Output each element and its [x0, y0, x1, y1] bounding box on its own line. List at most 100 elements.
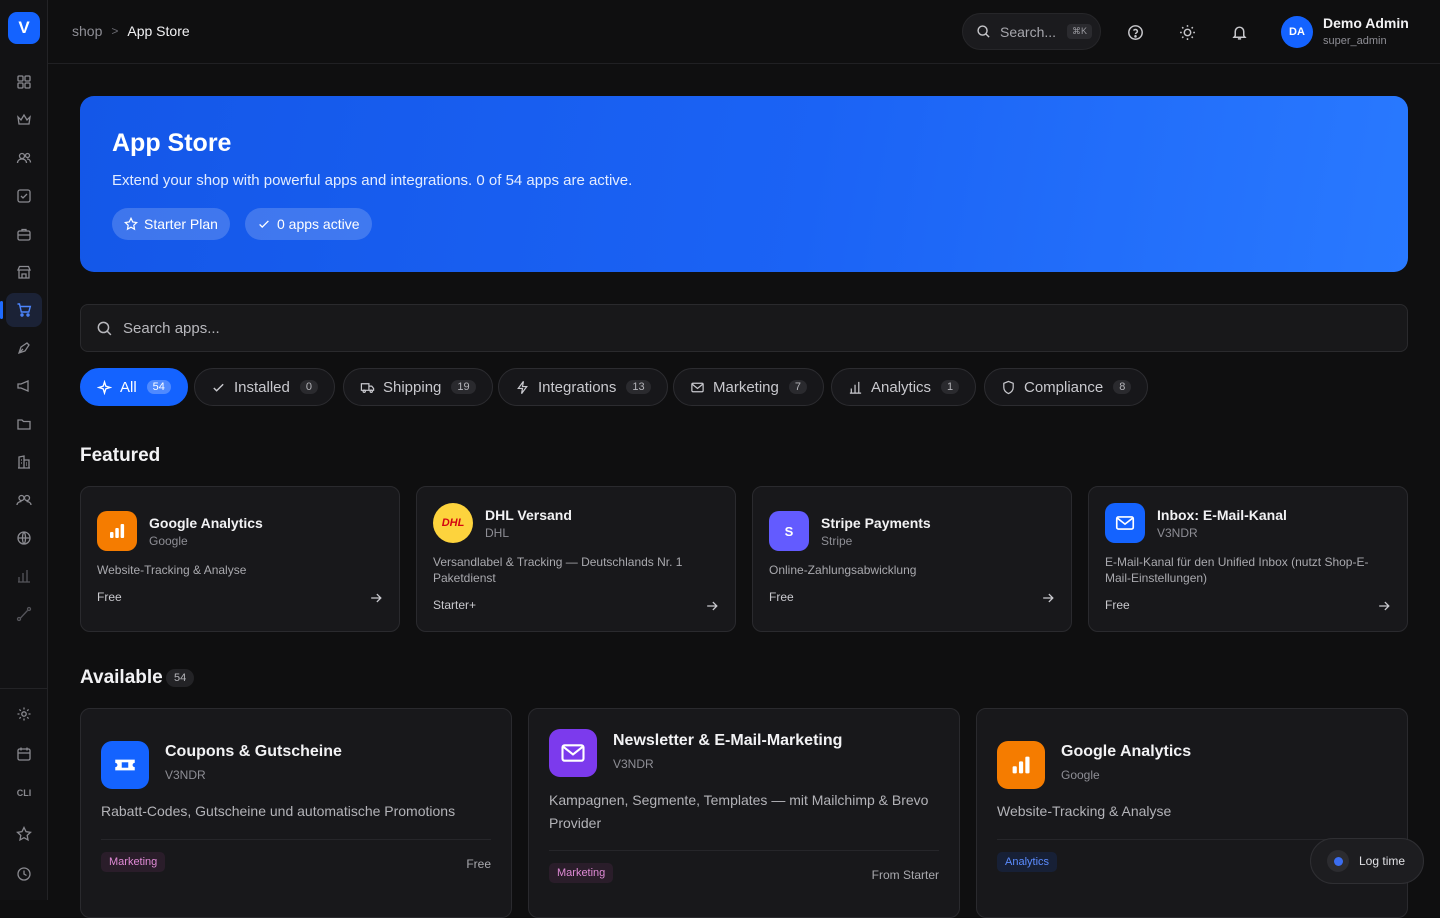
megaphone-icon[interactable] [12, 374, 36, 398]
filter-compliance[interactable]: Compliance 8 [984, 368, 1149, 406]
featured-app-card[interactable]: S Stripe Payments Stripe Online-Zahlungs… [752, 486, 1072, 632]
app-search-box[interactable] [80, 304, 1408, 352]
filter-count: 7 [788, 380, 807, 394]
featured-app-card[interactable]: DHL DHL Versand DHL Versandlabel & Track… [416, 486, 736, 632]
app-vendor: V3NDR [1157, 526, 1198, 540]
bar-chart-icon [848, 380, 863, 395]
category-tag: Marketing [101, 852, 166, 872]
filter-all[interactable]: All 54 [80, 368, 188, 406]
active-apps-badge: 0 apps active [245, 208, 372, 240]
filter-installed[interactable]: Installed 0 [194, 368, 335, 406]
app-description: Website-Tracking & Analyse [997, 803, 1172, 819]
sun-theme-icon[interactable] [1177, 22, 1197, 42]
category-tag: Marketing [549, 863, 614, 883]
user-avatar[interactable]: DA [1281, 16, 1313, 48]
app-card[interactable]: Google Analytics Google Website-Tracking… [976, 708, 1408, 918]
featured-app-card[interactable]: Google Analytics Google Website-Tracking… [80, 486, 400, 632]
filter-analytics[interactable]: Analytics 1 [831, 368, 977, 406]
users-icon[interactable] [12, 146, 36, 170]
globe-icon[interactable] [12, 526, 36, 550]
app-vendor: V3NDR [165, 768, 206, 782]
app-price: From Starter [871, 868, 939, 882]
app-name: Coupons & Gutscheine [165, 743, 342, 760]
chevron-right-icon: > [111, 24, 119, 38]
settings-gear-icon[interactable] [12, 702, 36, 726]
app-logo[interactable]: V [8, 12, 40, 44]
arrow-right-icon[interactable] [369, 591, 383, 605]
breadcrumb-current: App Store [127, 23, 190, 39]
sidebar: V CLI [0, 0, 48, 900]
stripe-logo-text: S [784, 523, 794, 539]
filter-marketing[interactable]: Marketing 7 [673, 368, 824, 406]
folder-icon[interactable] [12, 412, 36, 436]
briefcase-icon[interactable] [12, 222, 36, 246]
app-description: E-Mail-Kanal für den Unified Inbox (nutz… [1105, 555, 1369, 585]
shopping-cart-icon[interactable] [0, 293, 42, 327]
sidebar-divider [0, 688, 48, 689]
breadcrumb: shop > App Store [72, 23, 190, 39]
featured-heading: Featured [80, 445, 161, 466]
filter-label: Analytics [871, 378, 932, 396]
filter-count: 0 [299, 380, 318, 394]
truck-icon [360, 380, 375, 395]
plan-badge: Starter Plan [112, 208, 230, 240]
available-heading: Available [80, 667, 163, 688]
bar-chart-icon[interactable] [12, 564, 36, 588]
dhl-logo-text: DHL [441, 517, 465, 529]
arrow-right-icon[interactable] [705, 599, 719, 613]
global-search-placeholder: Search... [1000, 23, 1057, 40]
filter-label: All [120, 378, 137, 396]
app-name: Google Analytics [149, 515, 263, 531]
cli-link[interactable]: CLI [0, 788, 48, 798]
pen-nib-icon[interactable] [12, 336, 36, 360]
star-icon[interactable] [12, 822, 36, 846]
app-price: Free [466, 857, 491, 871]
app-name: Google Analytics [1061, 743, 1192, 760]
help-circle-icon[interactable] [1125, 22, 1145, 42]
app-card[interactable]: Coupons & Gutscheine V3NDR Rabatt-Codes,… [80, 708, 512, 918]
filter-count: 1 [941, 380, 960, 394]
app-name: DHL Versand [485, 507, 572, 523]
search-icon [976, 24, 991, 39]
featured-app-card[interactable]: Inbox: E-Mail-Kanal V3NDR E-Mail-Kanal f… [1088, 486, 1408, 632]
people-group-icon[interactable] [12, 488, 36, 512]
arrow-right-icon[interactable] [1377, 599, 1391, 613]
filter-count: 8 [1113, 380, 1132, 394]
page-title: App Store [112, 129, 232, 157]
card-divider [101, 839, 491, 840]
arrow-right-icon[interactable] [1041, 591, 1055, 605]
route-icon[interactable] [12, 602, 36, 626]
log-time-button[interactable]: Log time [1310, 838, 1424, 884]
bell-icon[interactable] [1229, 22, 1249, 42]
sparkles-icon [97, 379, 112, 395]
breadcrumb-shop-link[interactable]: shop [72, 23, 102, 39]
filter-integrations[interactable]: Integrations 13 [498, 368, 668, 406]
check-icon [257, 217, 271, 231]
clock-icon[interactable] [12, 862, 36, 886]
page-subtitle: Extend your shop with powerful apps and … [112, 172, 633, 189]
crown-icon[interactable] [12, 108, 36, 132]
app-search-input[interactable] [123, 319, 1323, 337]
mail-icon [1105, 503, 1145, 543]
checklist-icon[interactable] [12, 184, 36, 208]
bar-chart-icon [997, 741, 1045, 789]
dashboard-grid-icon[interactable] [12, 70, 36, 94]
calendar-icon[interactable] [12, 742, 36, 766]
user-name[interactable]: Demo Admin [1323, 15, 1409, 31]
building-icon[interactable] [12, 450, 36, 474]
active-apps-label: 0 apps active [277, 216, 360, 232]
app-price: Free [769, 590, 794, 604]
plan-badge-label: Starter Plan [144, 216, 218, 232]
filter-shipping[interactable]: Shipping 19 [343, 368, 493, 406]
app-vendor: Google [149, 534, 188, 548]
global-search-button[interactable]: Search... ⌘K [962, 13, 1101, 50]
available-count-badge: 54 [166, 669, 195, 687]
search-shortcut-badge: ⌘K [1067, 24, 1093, 39]
app-name: Newsletter & E-Mail-Marketing [613, 732, 843, 749]
storefront-icon[interactable] [12, 260, 36, 284]
app-price: Free [97, 590, 122, 604]
lightning-icon [515, 380, 530, 395]
filter-label: Installed [234, 378, 290, 396]
app-card[interactable]: Newsletter & E-Mail-Marketing V3NDR Kamp… [528, 708, 960, 918]
filter-label: Marketing [713, 378, 779, 396]
